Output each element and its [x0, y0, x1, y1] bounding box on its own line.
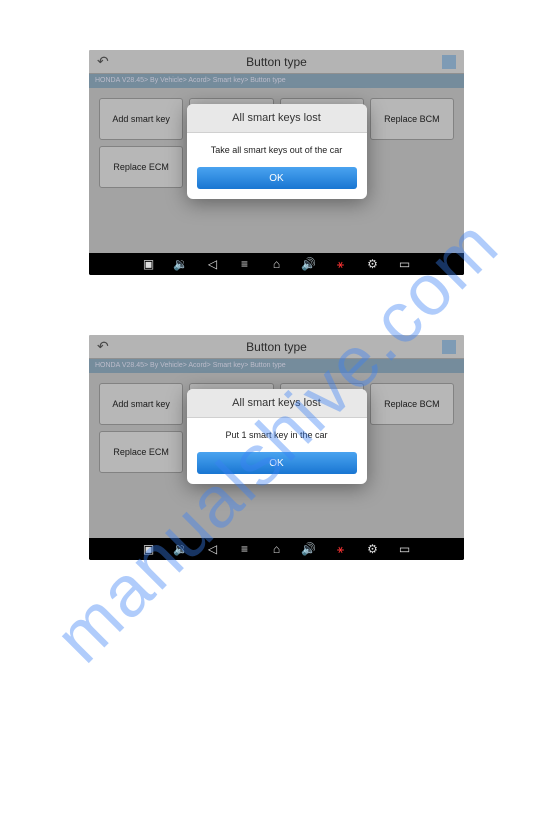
dialog-title: All smart keys lost [187, 389, 367, 418]
bluetooth-icon[interactable]: ⚹ [333, 256, 349, 272]
modal-overlay: All smart keys lost Take all smart keys … [89, 50, 464, 253]
volume-up-icon[interactable]: 🔊 [301, 256, 317, 272]
volume-up-icon[interactable]: 🔊 [301, 541, 317, 557]
camera-icon[interactable]: ▭ [397, 256, 413, 272]
gallery-icon[interactable]: ▣ [141, 256, 157, 272]
back-nav-icon[interactable]: ◁ [205, 541, 221, 557]
app-area: ↶ Button type HONDA V28.45> By Vehicle> … [89, 50, 464, 253]
menu-icon[interactable]: ≡ [237, 256, 253, 272]
ok-button[interactable]: OK [197, 452, 357, 474]
modal-overlay: All smart keys lost Put 1 smart key in t… [89, 335, 464, 538]
screenshot-1: ↶ Button type HONDA V28.45> By Vehicle> … [89, 50, 464, 275]
gallery-icon[interactable]: ▣ [141, 541, 157, 557]
dialog-footer: OK [187, 167, 367, 199]
dialog: All smart keys lost Put 1 smart key in t… [187, 389, 367, 484]
volume-down-icon[interactable]: 🔉 [173, 541, 189, 557]
car-icon[interactable]: ⚙ [365, 541, 381, 557]
back-nav-icon[interactable]: ◁ [205, 256, 221, 272]
dialog: All smart keys lost Take all smart keys … [187, 104, 367, 199]
android-navbar: ▣ 🔉 ◁ ≡ ⌂ 🔊 ⚹ ⚙ ▭ [89, 538, 464, 560]
screenshot-2: ↶ Button type HONDA V28.45> By Vehicle> … [89, 335, 464, 560]
dialog-footer: OK [187, 452, 367, 484]
home-icon[interactable]: ⌂ [269, 541, 285, 557]
dialog-message: Take all smart keys out of the car [187, 133, 367, 167]
dialog-title: All smart keys lost [187, 104, 367, 133]
bluetooth-icon[interactable]: ⚹ [333, 541, 349, 557]
app-area: ↶ Button type HONDA V28.45> By Vehicle> … [89, 335, 464, 538]
android-navbar: ▣ 🔉 ◁ ≡ ⌂ 🔊 ⚹ ⚙ ▭ [89, 253, 464, 275]
home-icon[interactable]: ⌂ [269, 256, 285, 272]
menu-icon[interactable]: ≡ [237, 541, 253, 557]
dialog-message: Put 1 smart key in the car [187, 418, 367, 452]
ok-button[interactable]: OK [197, 167, 357, 189]
car-icon[interactable]: ⚙ [365, 256, 381, 272]
volume-down-icon[interactable]: 🔉 [173, 256, 189, 272]
camera-icon[interactable]: ▭ [397, 541, 413, 557]
